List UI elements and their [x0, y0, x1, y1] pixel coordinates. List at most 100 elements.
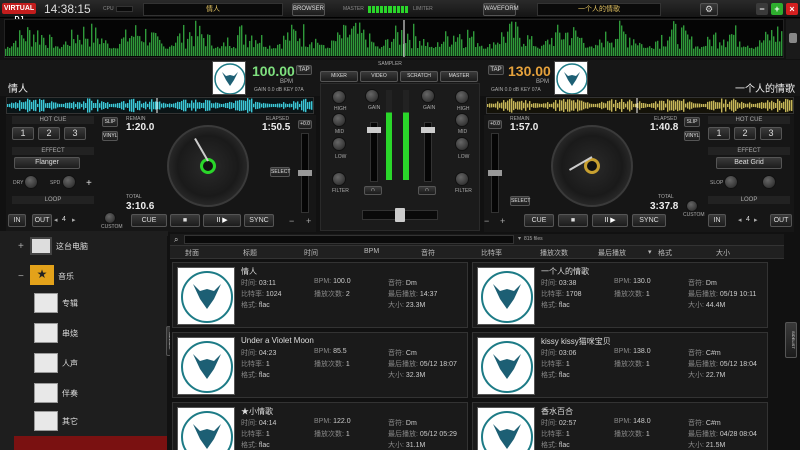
- deck1-effect-knob-1[interactable]: [24, 175, 38, 189]
- deck2-sync-button[interactable]: SYNC: [632, 214, 666, 227]
- deck1-custom-knob[interactable]: [104, 212, 116, 224]
- deck2-low-knob[interactable]: [455, 137, 469, 151]
- col-format[interactable]: 格式: [658, 248, 672, 258]
- tree-item-other[interactable]: 其它: [62, 416, 78, 427]
- tree-item-album[interactable]: 专辑: [62, 298, 78, 309]
- deck1-sync-button[interactable]: SYNC: [244, 214, 274, 227]
- col-key[interactable]: 音符: [421, 248, 435, 258]
- deck1-pitch-plus-icon[interactable]: +: [306, 216, 311, 226]
- overview-waveform[interactable]: [4, 19, 784, 58]
- deck2-loop-size[interactable]: 4: [746, 216, 750, 223]
- deck2-jogwheel[interactable]: [551, 125, 633, 207]
- deck2-pitch-plus-icon[interactable]: +: [500, 216, 505, 226]
- deck1-play-button[interactable]: II ▶: [203, 214, 241, 227]
- deck1-waveform[interactable]: [6, 97, 314, 114]
- col-bitrate[interactable]: 比特率: [481, 248, 502, 258]
- list-item[interactable]: 情人 时间: 03:11 BPM: 100.0 音符: Dm 比特率: 1024 播放…: [172, 262, 468, 328]
- deck2-hotcue-2[interactable]: 2: [734, 127, 756, 140]
- search-options-icon[interactable]: ▾: [518, 235, 521, 242]
- col-size[interactable]: 大小: [716, 248, 730, 258]
- deck1-jogwheel[interactable]: [167, 125, 249, 207]
- deck1-tap-button[interactable]: TAP: [296, 65, 312, 75]
- tree-item-instrumental[interactable]: 伴奏: [62, 388, 78, 399]
- tab-master[interactable]: MASTER: [440, 71, 478, 82]
- tree-item-music[interactable]: 音乐: [58, 271, 74, 282]
- deck1-pitch-minus-icon[interactable]: −: [289, 216, 294, 226]
- deck2-hotcue-1[interactable]: 1: [708, 127, 730, 140]
- overview-scroll[interactable]: [786, 19, 800, 59]
- deck2-waveform[interactable]: [486, 97, 794, 114]
- deck2-gain-knob[interactable]: [421, 89, 435, 103]
- tree-item-vocal[interactable]: 人声: [62, 358, 78, 369]
- deck2-loop-out[interactable]: OUT: [770, 214, 792, 227]
- deck1-stop-button[interactable]: ■: [170, 214, 200, 227]
- deck2-cue-button[interactable]: CUE: [524, 214, 554, 227]
- deck2-play-button[interactable]: II ▶: [592, 214, 628, 227]
- deck1-loop-right-icon[interactable]: ▸: [72, 216, 76, 224]
- deck1-select-button[interactable]: SELECT: [270, 167, 290, 177]
- deck2-custom-knob[interactable]: [686, 200, 698, 212]
- deck2-loop-left-icon[interactable]: ◂: [738, 216, 742, 224]
- deck1-pfl-button[interactable]: ∩: [364, 186, 382, 195]
- deck2-stop-button[interactable]: ■: [558, 214, 588, 227]
- list-item[interactable]: kissy kissy猫咪宝贝 时间: 03:06 BPM: 138.0 音符: C…: [472, 332, 768, 398]
- deck2-effect-select[interactable]: Beat Grid: [716, 157, 782, 169]
- search-input[interactable]: [184, 235, 514, 244]
- tree-item-computer[interactable]: 这台电脑: [56, 241, 88, 252]
- deck1-slip-button[interactable]: SLIP: [102, 117, 118, 127]
- deck2-filter-knob[interactable]: [455, 172, 469, 186]
- deck1-loop-out[interactable]: OUT: [32, 214, 52, 227]
- deck2-vinyl-button[interactable]: VINYL: [684, 131, 700, 141]
- deck1-hotcue-1[interactable]: 1: [12, 127, 34, 140]
- tab-scratch[interactable]: SCRATCH: [400, 71, 438, 82]
- minimize-button[interactable]: −: [756, 3, 768, 15]
- deck1-hotcue-2[interactable]: 2: [38, 127, 60, 140]
- tab-video[interactable]: VIDEO: [360, 71, 398, 82]
- col-cover[interactable]: 封面: [185, 248, 199, 258]
- deck1-hotcue-3[interactable]: 3: [64, 127, 86, 140]
- col-plays[interactable]: 播放次数: [540, 248, 568, 258]
- deck2-high-pre-knob[interactable]: [455, 90, 469, 104]
- sampler-label[interactable]: SAMPLER: [378, 61, 402, 67]
- deck2-effect-knob-1[interactable]: [724, 175, 738, 189]
- list-item[interactable]: 一个人的情歌 时间: 03:38 BPM: 130.0 音符: Dm 比特率: 17…: [472, 262, 768, 328]
- col-title[interactable]: 标题: [243, 248, 257, 258]
- deck1-pitch-slider[interactable]: [298, 133, 312, 213]
- sidebar-tab-right[interactable]: SIDELIST: [785, 322, 797, 358]
- deck1-gain-knob[interactable]: [365, 89, 379, 103]
- deck1-low-knob[interactable]: [332, 137, 346, 151]
- deck2-volume-fader[interactable]: [421, 122, 435, 182]
- deck1-effect-add-icon[interactable]: +: [86, 178, 92, 189]
- tab-mixer[interactable]: MIXER: [320, 71, 358, 82]
- deck1-loop-size[interactable]: 4: [62, 216, 66, 223]
- deck2-mid-knob[interactable]: [455, 113, 469, 127]
- deck2-pitch-minus-icon[interactable]: −: [484, 216, 489, 226]
- deck1-mid-knob[interactable]: [332, 113, 346, 127]
- deck1-volume-fader[interactable]: [367, 122, 381, 182]
- tree-collapse-icon[interactable]: −: [18, 271, 24, 282]
- deck1-filter-knob[interactable]: [332, 172, 346, 186]
- deck1-loop-in[interactable]: IN: [8, 214, 26, 227]
- deck1-cue-button[interactable]: CUE: [131, 214, 167, 227]
- deck2-loop-right-icon[interactable]: ▸: [754, 216, 758, 224]
- deck1-vinyl-button[interactable]: VINYL: [102, 131, 118, 141]
- waveform-button[interactable]: WAVEFORM: [483, 3, 519, 16]
- tree-selected-row[interactable]: [14, 436, 168, 450]
- col-bpm[interactable]: BPM: [364, 248, 379, 255]
- list-item[interactable]: ★小情歌 时间: 04:14 BPM: 122.0 音符: Dm 比特率: 1 播放次…: [172, 402, 468, 450]
- settings-button[interactable]: ⚙: [700, 3, 718, 16]
- col-last-played[interactable]: 最后播放: [598, 248, 626, 258]
- tree-item-medley[interactable]: 串烧: [62, 328, 78, 339]
- deck2-slip-button[interactable]: SLIP: [684, 117, 700, 127]
- deck2-select-button[interactable]: SELECT: [510, 196, 530, 206]
- deck1-high-pre-knob[interactable]: [332, 90, 346, 104]
- close-button[interactable]: ×: [786, 3, 798, 15]
- deck1-loop-left-icon[interactable]: ◂: [54, 216, 58, 224]
- deck2-loop-in[interactable]: IN: [708, 214, 726, 227]
- deck2-pfl-button[interactable]: ∩: [418, 186, 436, 195]
- list-item[interactable]: 香水百合 时间: 02:57 BPM: 148.0 音符: C#m 比特率: 1 播放…: [472, 402, 768, 450]
- col-time[interactable]: 时间: [304, 248, 318, 258]
- crossfader[interactable]: [362, 208, 438, 222]
- deck2-hotcue-3[interactable]: 3: [760, 127, 782, 140]
- tree-expand-icon[interactable]: +: [18, 241, 24, 252]
